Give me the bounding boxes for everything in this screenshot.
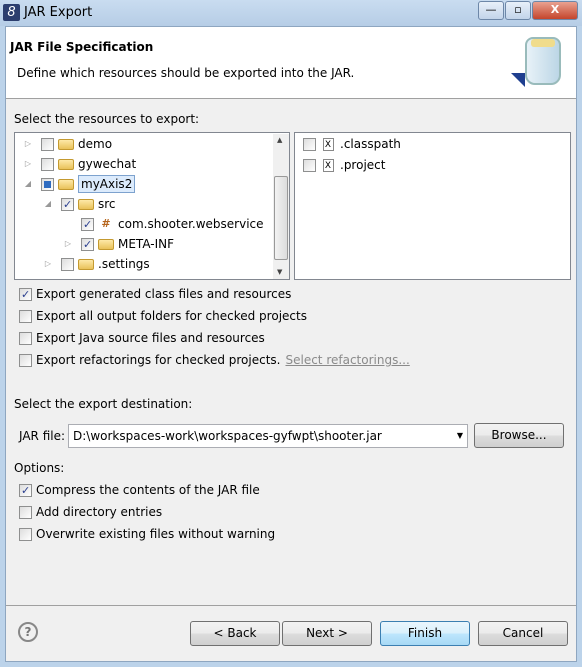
expand-arrow-icon[interactable]: ◢: [23, 174, 33, 194]
tree-checkbox[interactable]: [61, 257, 74, 271]
options-label: Options:: [14, 461, 65, 475]
scroll-down-icon[interactable]: ▼: [277, 268, 282, 276]
xml-file-icon: X: [320, 137, 336, 151]
tree-checkbox[interactable]: [81, 215, 94, 235]
minimize-button[interactable]: —: [478, 1, 504, 20]
jar-file-combo[interactable]: D:\workspaces-work\workspaces-gyfwpt\sho…: [68, 424, 468, 448]
option-label: Add directory entries: [36, 505, 163, 519]
expand-arrow-icon[interactable]: ▷: [43, 254, 53, 274]
file-checkbox[interactable]: [303, 137, 316, 151]
title-bar: 8 JAR Export — ▫ X: [0, 0, 582, 26]
folder-icon: [78, 258, 94, 270]
file-checkbox[interactable]: [303, 158, 316, 172]
option-checkbox[interactable]: [19, 481, 32, 501]
resources-label: Select the resources to export:: [14, 112, 200, 126]
tree-item[interactable]: # com.shooter.webservice: [63, 214, 264, 235]
tree-checkbox[interactable]: [41, 177, 54, 191]
help-icon[interactable]: ?: [18, 622, 38, 642]
option-label: Export all output folders for checked pr…: [36, 309, 307, 323]
file-item-label: .classpath: [340, 137, 401, 151]
option-checkbox[interactable]: [19, 527, 32, 541]
option-checkbox-row[interactable]: Export refactorings for checked projects…: [19, 350, 410, 370]
tree-item-label: myAxis2: [78, 175, 136, 193]
select-refactorings-link[interactable]: Select refactorings...: [285, 350, 409, 370]
option-checkbox-row[interactable]: Export generated class files and resourc…: [19, 284, 292, 305]
tree-item-label: .settings: [98, 257, 150, 271]
tree-item-label: gywechat: [78, 157, 137, 171]
scroll-up-icon[interactable]: ▲: [277, 136, 282, 144]
tree-item[interactable]: ▷ META-INF: [63, 234, 175, 255]
next-button[interactable]: Next >: [282, 621, 372, 646]
tree-item[interactable]: ▷ demo: [23, 134, 112, 154]
scroll-thumb[interactable]: [274, 176, 288, 260]
project-icon: [58, 138, 74, 150]
option-checkbox-row[interactable]: Export Java source files and resources: [19, 328, 265, 348]
page-description: Define which resources should be exporte…: [17, 66, 355, 80]
file-list[interactable]: X .classpath X .project: [294, 132, 571, 280]
option-label: Export refactorings for checked projects…: [36, 353, 281, 367]
tree-checkbox[interactable]: [41, 137, 54, 151]
window-title: JAR Export: [24, 5, 93, 20]
dropdown-arrow-icon[interactable]: ▼: [457, 425, 463, 447]
source-folder-icon: [78, 198, 94, 210]
close-button[interactable]: X: [532, 1, 578, 20]
option-checkbox-row[interactable]: Export all output folders for checked pr…: [19, 306, 307, 326]
expand-arrow-icon[interactable]: ◢: [43, 194, 53, 214]
footer-separator: [6, 605, 576, 606]
tree-item-label: demo: [78, 137, 113, 151]
tree-item-label: META-INF: [118, 237, 175, 251]
option-checkbox[interactable]: [19, 505, 32, 519]
option-checkbox[interactable]: [19, 331, 32, 345]
tree-checkbox[interactable]: [81, 235, 94, 255]
page-title: JAR File Specification: [10, 40, 154, 54]
expand-arrow-icon[interactable]: ▷: [23, 134, 33, 154]
file-item[interactable]: X .project: [303, 155, 385, 175]
jar-file-label: JAR file:: [19, 429, 66, 443]
option-label: Overwrite existing files without warning: [36, 527, 276, 541]
option-checkbox-row[interactable]: Overwrite existing files without warning: [19, 524, 275, 544]
project-icon: [58, 178, 74, 190]
folder-icon: [98, 238, 114, 250]
dialog-client: JAR File Specification Define which reso…: [5, 26, 577, 662]
tree-item[interactable]: ▷ .settings: [43, 254, 150, 274]
eclipse-app-icon: 8: [3, 4, 20, 21]
option-checkbox[interactable]: [19, 309, 32, 323]
xml-file-icon: X: [320, 158, 336, 172]
option-checkbox-row[interactable]: Add directory entries: [19, 502, 162, 522]
package-icon: #: [101, 217, 111, 230]
tree-item-label: com.shooter.webservice: [118, 217, 264, 231]
back-button[interactable]: < Back: [190, 621, 280, 646]
wizard-header: JAR File Specification Define which reso…: [6, 27, 576, 99]
tree-scrollbar[interactable]: ▲ ▼: [273, 134, 289, 279]
jar-file-value: D:\workspaces-work\workspaces-gyfwpt\sho…: [73, 429, 382, 443]
cancel-button[interactable]: Cancel: [478, 621, 568, 646]
tree-item[interactable]: ◢ src: [43, 194, 116, 215]
finish-button[interactable]: Finish: [380, 621, 470, 646]
expand-arrow-icon[interactable]: ▷: [23, 154, 33, 174]
tree-item[interactable]: ▷ gywechat: [23, 154, 136, 174]
tree-checkbox[interactable]: [41, 157, 54, 171]
option-checkbox-row[interactable]: Compress the contents of the JAR file: [19, 480, 260, 501]
jar-lid-icon: [531, 39, 555, 47]
expand-arrow-icon[interactable]: ▷: [63, 234, 73, 254]
resource-tree[interactable]: ▲ ▼ ▷ demo ▷ gywechat ◢ myAxis2 ◢ src # com.shoot…: [14, 132, 290, 280]
tree-item-label: src: [98, 197, 116, 211]
tree-item[interactable]: ◢ myAxis2: [23, 174, 136, 194]
file-item-label: .project: [340, 158, 386, 172]
wizard-banner-triangle-icon: [511, 73, 525, 87]
file-item[interactable]: X .classpath: [303, 134, 401, 154]
project-icon: [58, 158, 74, 170]
option-checkbox[interactable]: [19, 353, 32, 367]
option-label: Export generated class files and resourc…: [36, 287, 292, 301]
tree-checkbox[interactable]: [61, 195, 74, 215]
option-checkbox[interactable]: [19, 285, 32, 305]
option-label: Export Java source files and resources: [36, 331, 265, 345]
destination-label: Select the export destination:: [14, 397, 193, 411]
option-label: Compress the contents of the JAR file: [36, 483, 260, 497]
browse-button[interactable]: Browse...: [474, 423, 564, 448]
maximize-button[interactable]: ▫: [505, 1, 531, 20]
